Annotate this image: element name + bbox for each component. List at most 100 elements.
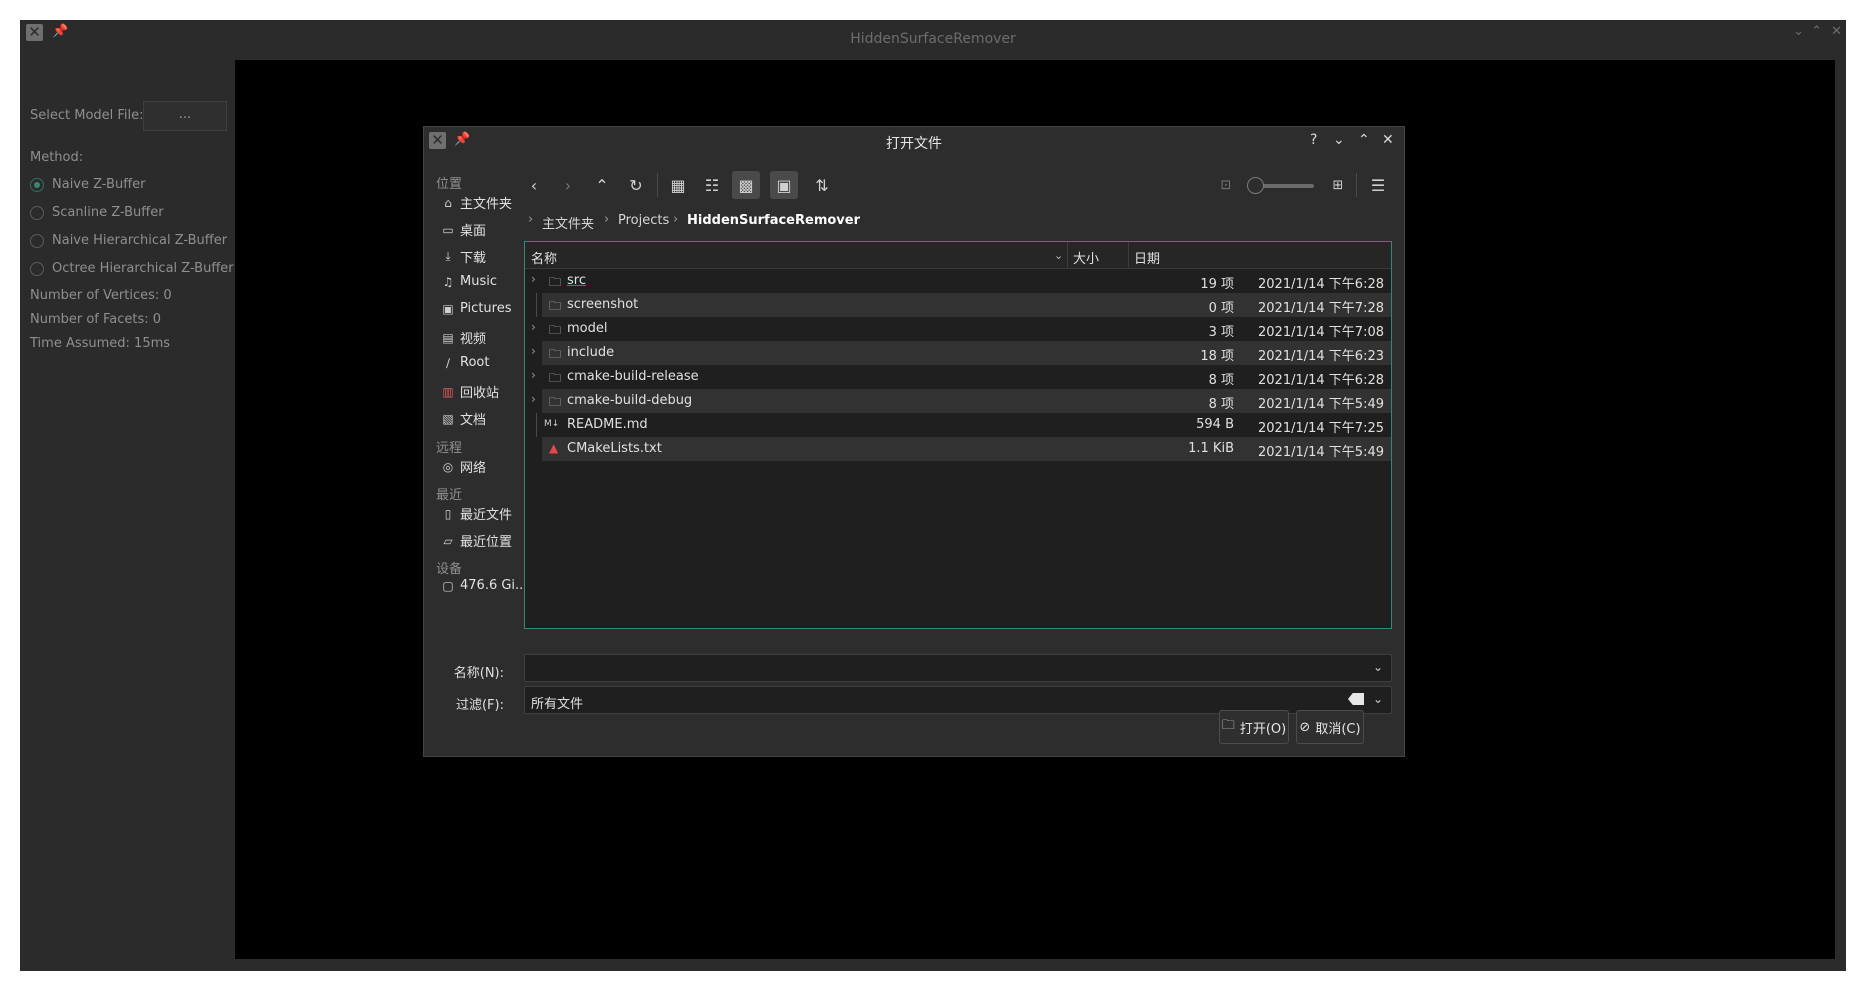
network-icon: ◎ [442,459,454,474]
sort-chevron-icon[interactable]: ⌄ [1054,249,1063,262]
file-list[interactable]: 名称 ⌄ 大小 日期 › 🗀 src 19 项 2021/1/14 下午6:28… [524,241,1392,629]
radio-naive-zbuffer[interactable]: Naive Z-Buffer [30,177,146,192]
radio-naive-hier-zbuffer[interactable]: Naive Hierarchical Z-Buffer [30,233,227,248]
trash-icon: ▥ [442,384,454,399]
place-downloads[interactable]: ⤓ 下载 [441,247,486,266]
place-home[interactable]: ⌂ 主文件夹 [441,193,512,213]
file-date: 2021/1/14 下午7:25 [1258,421,1384,436]
options-icon[interactable]: ☰ [1364,171,1392,199]
remote-header: 远程 [436,441,463,456]
video-icon: ▤ [442,330,454,345]
column-divider[interactable] [1067,242,1068,269]
pictures-icon: ▣ [442,301,454,316]
column-size[interactable]: 大小 [1073,248,1099,267]
reload-icon[interactable]: ↻ [622,171,650,199]
control-panel: Select Model File: ... Method: Naive Z-B… [20,60,234,971]
file-row-src[interactable]: › 🗀 src 19 项 2021/1/14 下午6:28 [525,269,1391,293]
column-divider[interactable] [1128,242,1129,269]
file-row-model[interactable]: › 🗀 model 3 项 2021/1/14 下午7:08 [525,317,1391,341]
compact-view-icon[interactable]: ☷ [698,171,726,199]
place-device[interactable]: ▢ 476.6 Gi... [441,578,527,593]
chevron-down-icon[interactable]: ⌄ [1373,692,1383,706]
desktop-icon: ▭ [442,222,454,237]
breadcrumb-current[interactable]: HiddenSurfaceRemover [687,213,860,228]
select-model-button[interactable]: ... [143,101,227,131]
markdown-icon: M↓ [544,419,560,429]
up-icon[interactable]: ⌃ [588,171,616,199]
folder-icon: 🗀 [549,347,562,361]
close-icon[interactable]: ✕ [1831,24,1842,39]
folder-icon: 🗀 [549,299,562,313]
file-row-readme[interactable]: M↓ README.md 594 B 2021/1/14 下午7:25 [525,413,1391,437]
place-network[interactable]: ◎ 网络 [441,457,486,477]
file-date: 2021/1/14 下午6:23 [1258,349,1384,364]
file-row-cmakelists[interactable]: ▲ CMakeLists.txt 1.1 KiB 2021/1/14 下午5:4… [525,437,1391,461]
radio-indicator[interactable] [30,205,44,220]
radio-indicator[interactable] [30,261,44,276]
forward-icon[interactable]: › [554,171,582,199]
radio-label: Naive Z-Buffer [52,177,146,192]
place-desktop[interactable]: ▭ 桌面 [441,220,486,240]
place-trash[interactable]: ▥ 回收站 [441,382,499,402]
app-title: HiddenSurfaceRemover [850,31,1016,47]
file-name: cmake-build-debug [567,393,693,408]
cancel-button[interactable]: ⊘ 取消(C) [1296,710,1364,744]
column-date[interactable]: 日期 [1134,248,1160,267]
place-videos[interactable]: ▤ 视频 [441,328,486,348]
file-row-include[interactable]: › 🗀 include 18 项 2021/1/14 下午6:23 [525,341,1391,365]
column-name[interactable]: 名称 [531,248,557,267]
filename-input[interactable]: ⌄ [524,654,1392,682]
zoom-in-icon[interactable]: ⊞ [1324,171,1352,199]
zoom-slider-handle[interactable] [1247,177,1264,194]
app-titlebar: ✕ 📌 HiddenSurfaceRemover ⌄ ⌃ ✕ [20,20,1846,60]
folder-icon: 🗀 [549,371,562,385]
file-row-cmake-build-release[interactable]: › 🗀 cmake-build-release 8 项 2021/1/14 下午… [525,365,1391,389]
minimize-icon[interactable]: ⌄ [1333,132,1345,148]
open-button[interactable]: 🗀 打开(O) [1219,710,1289,744]
place-recent-locations[interactable]: ▱ 最近位置 [441,531,512,551]
sort-icon[interactable]: ⇅ [808,171,836,199]
place-pictures[interactable]: ▣ Pictures [441,301,511,316]
place-music[interactable]: ♫ Music [441,274,497,289]
close-icon[interactable]: ✕ [1382,132,1394,148]
expand-chevron-icon[interactable]: › [531,320,536,334]
radio-octree-hier-zbuffer[interactable]: Octree Hierarchical Z-Buffer [30,261,234,276]
chevron-down-icon[interactable]: ⌄ [1373,660,1383,674]
radio-indicator[interactable] [30,177,44,192]
file-date: 2021/1/14 下午6:28 [1258,373,1384,388]
place-documents[interactable]: ▧ 文档 [441,409,486,429]
help-icon[interactable]: ? [1310,132,1317,148]
file-row-screenshot[interactable]: 🗀 screenshot 0 项 2021/1/14 下午7:28 [525,293,1391,317]
radio-scanline-zbuffer[interactable]: Scanline Z-Buffer [30,205,164,220]
file-date: 2021/1/14 下午6:28 [1258,277,1384,292]
clear-icon[interactable] [1348,693,1364,705]
radio-indicator[interactable] [30,233,44,248]
icon-view-icon[interactable]: ▦ [664,171,692,199]
breadcrumb-projects[interactable]: Projects [618,213,669,228]
toolbar-separator [1356,173,1357,197]
folder-icon: 🗀 [549,323,562,337]
tree-view-icon[interactable]: ▩ [732,171,760,199]
expand-chevron-icon[interactable]: › [531,272,536,286]
back-icon[interactable]: ‹ [520,171,548,199]
preview-icon[interactable]: ▣ [770,171,798,199]
file-size: 18 项 [1200,349,1234,364]
file-row-cmake-build-debug[interactable]: › 🗀 cmake-build-debug 8 项 2021/1/14 下午5:… [525,389,1391,413]
cancel-button-label: 取消(C) [1315,721,1361,737]
expand-chevron-icon[interactable]: › [531,344,536,358]
breadcrumb-home[interactable]: 主文件夹 [542,213,594,232]
breadcrumb-chevron-icon: › [604,212,610,227]
maximize-icon[interactable]: ⌃ [1811,24,1822,39]
place-recent-files[interactable]: ▯ 最近文件 [441,504,512,524]
minimize-icon[interactable]: ⌄ [1793,24,1804,39]
root-icon: ∕ [445,355,451,370]
zoom-out-icon[interactable]: ⊡ [1212,171,1240,199]
folder-icon: 🗀 [549,395,562,409]
expand-chevron-icon[interactable]: › [531,368,536,382]
expand-chevron-icon[interactable]: › [531,392,536,406]
devices-header: 设备 [436,562,463,577]
file-date: 2021/1/14 下午7:08 [1258,325,1384,340]
maximize-icon[interactable]: ⌃ [1358,132,1370,148]
place-root[interactable]: ∕ Root [441,355,489,370]
place-label: Music [460,274,497,289]
